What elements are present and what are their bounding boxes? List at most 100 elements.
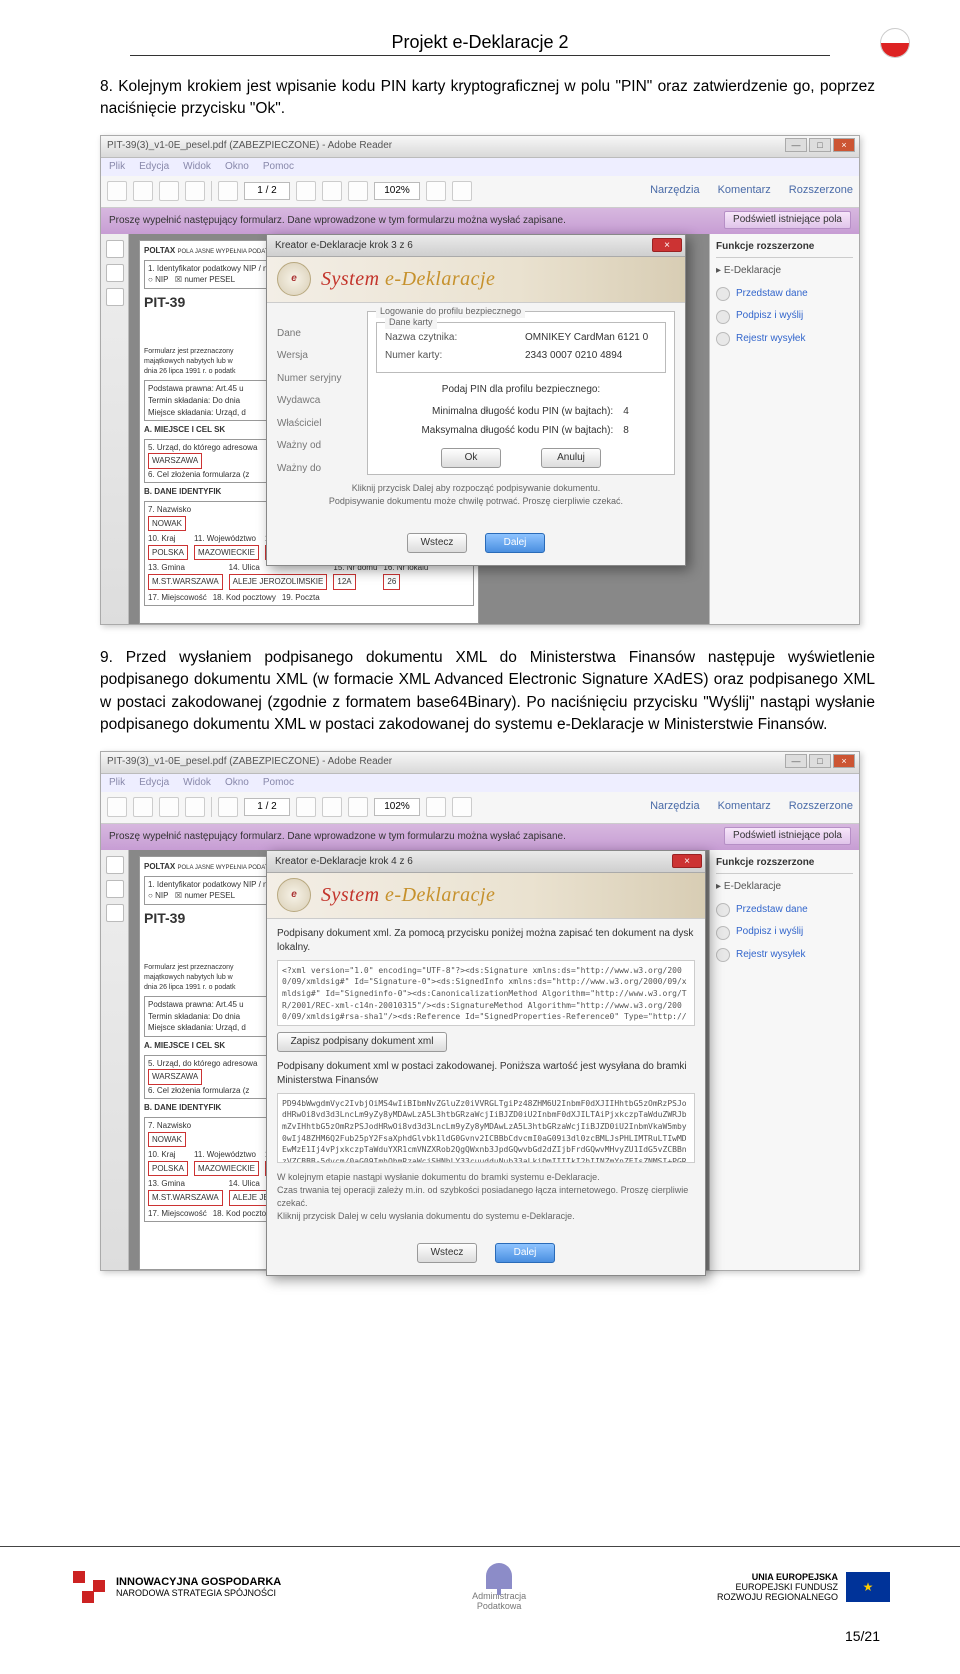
wizard-dialog-step4: Kreator e-Deklaracje krok 4 z 6 × e Syst… xyxy=(266,850,706,1276)
lbl-wlasciciel: Właściciel xyxy=(277,417,357,432)
wizard2-desc2: Podpisany dokument xml w postaci zakodow… xyxy=(277,1060,695,1089)
zoom-in-icon-2[interactable] xyxy=(348,797,368,817)
close-button[interactable]: × xyxy=(833,138,855,152)
reader-sidebar-2 xyxy=(101,850,129,1270)
dalej-button-2[interactable]: Dalej xyxy=(495,1243,555,1263)
mail-icon[interactable] xyxy=(185,181,205,201)
poltax-label: POLTAX xyxy=(144,246,175,255)
link-komentarz[interactable]: Komentarz xyxy=(718,183,771,199)
print-icon[interactable] xyxy=(159,181,179,201)
edeklaracje-logo-icon: e xyxy=(277,262,311,296)
edeklaracje-logo-icon-2: e xyxy=(277,878,311,912)
lbl-wazny-od: Ważny od xyxy=(277,439,357,454)
logo-innowacyjna-gospodarka: INNOWACYJNA GOSPODARKANARODOWA STRATEGIA… xyxy=(70,1568,281,1606)
wizard2-close-button[interactable]: × xyxy=(672,854,702,868)
export-icon-2[interactable] xyxy=(107,797,127,817)
menu-okno[interactable]: Okno xyxy=(225,160,249,174)
window-title-2: PIT-39(3)_v1-0E_pesel.pdf (ZABEZPIECZONE… xyxy=(107,755,392,770)
maximize-button-2[interactable]: □ xyxy=(809,754,831,768)
flag-logo-icon xyxy=(880,28,910,58)
rightpane-item-przedstaw[interactable]: Przedstaw dane xyxy=(716,287,853,302)
zoom-value[interactable]: 102% xyxy=(374,182,420,200)
pin-instruction: Podaj PIN dla profilu bezpiecznego: xyxy=(376,383,666,398)
wizard2-title: Kreator e-Deklaracje krok 4 z 6 xyxy=(275,856,413,867)
reader-titlebar: PIT-39(3)_v1-0E_pesel.pdf (ZABEZPIECZONE… xyxy=(101,136,859,158)
tool2-icon[interactable] xyxy=(452,181,472,201)
highlight-fields-button-2[interactable]: Podświetl istniejące pola xyxy=(724,827,851,845)
page-up-icon[interactable] xyxy=(218,181,238,201)
reader-toolbar: 1 / 2 102% Narzędzia Komentarz Rozszerzo… xyxy=(101,176,859,208)
lbl-wydawca: Wydawca xyxy=(277,394,357,409)
reader-rightpane: Funkcje rozszerzone ▸ E-Deklaracje Przed… xyxy=(709,234,859,624)
page-down-icon-2[interactable] xyxy=(296,797,316,817)
minimize-button[interactable]: — xyxy=(785,138,807,152)
zoom-out-icon-2[interactable] xyxy=(322,797,342,817)
close-button-2[interactable]: × xyxy=(833,754,855,768)
rightpane-item-podpisz[interactable]: Podpisz i wyślij xyxy=(716,309,853,324)
ok-button[interactable]: Ok xyxy=(441,448,501,468)
link-rozszerzone[interactable]: Rozszerzone xyxy=(789,183,853,199)
wizard-titlebar: Kreator e-Deklaracje krok 3 z 6 × xyxy=(267,235,685,257)
reader-device-value: OMNIKEY CardMan 6121 0 xyxy=(525,331,648,346)
wizard-banner: e System e-Deklaracje xyxy=(267,257,685,303)
save-icon[interactable] xyxy=(133,181,153,201)
page-down-icon[interactable] xyxy=(296,181,316,201)
lock-icon[interactable] xyxy=(106,264,124,282)
rightpane-item-rejestr[interactable]: Rejestr wysyłek xyxy=(716,332,853,347)
menu-edycja[interactable]: Edycja xyxy=(139,160,169,174)
purple-infobar-2: Proszę wypełnić następujący formularz. D… xyxy=(101,824,859,850)
export-icon[interactable] xyxy=(107,181,127,201)
signed-xml-textarea[interactable]: <?xml version="1.0" encoding="UTF-8"?><d… xyxy=(277,960,695,1026)
thumbnails-icon[interactable] xyxy=(106,240,124,258)
reader-menubar-2: Plik Edycja Widok Okno Pomoc xyxy=(101,774,859,792)
footer: INNOWACYJNA GOSPODARKANARODOWA STRATEGIA… xyxy=(0,1546,960,1616)
reader-titlebar-2: PIT-39(3)_v1-0E_pesel.pdf (ZABEZPIECZONE… xyxy=(101,752,859,774)
reader-body: POLTAX POLA JASNE WYPEŁNIA PODATNIK, LIT… xyxy=(101,234,859,624)
maximize-button[interactable]: □ xyxy=(809,138,831,152)
wstecz-button-2[interactable]: Wstecz xyxy=(417,1243,477,1263)
menu-pomoc[interactable]: Pomoc xyxy=(263,160,294,174)
minimize-button-2[interactable]: — xyxy=(785,754,807,768)
menu-plik[interactable]: Plik xyxy=(109,160,125,174)
lbl-wersja: Wersja xyxy=(277,349,357,364)
content: 8. Kolejnym krokiem jest wpisanie kodu P… xyxy=(0,56,960,1271)
screenshot-1: PIT-39(3)_v1-0E_pesel.pdf (ZABEZPIECZONE… xyxy=(100,135,860,625)
field-urzad[interactable]: WARSZAWA xyxy=(148,453,202,469)
wstecz-button[interactable]: Wstecz xyxy=(407,533,467,553)
eu-flag-icon: ★ xyxy=(846,1572,890,1602)
save-icon-2[interactable] xyxy=(133,797,153,817)
purple-msg: Proszę wypełnić następujący formularz. D… xyxy=(109,214,566,229)
purple-infobar: Proszę wypełnić następujący formularz. D… xyxy=(101,208,859,234)
mail-icon-2[interactable] xyxy=(185,797,205,817)
print-icon-2[interactable] xyxy=(159,797,179,817)
card-number-value: 2343 0007 0210 4894 xyxy=(525,349,622,364)
tool-icon[interactable] xyxy=(426,181,446,201)
screenshot-2: PIT-39(3)_v1-0E_pesel.pdf (ZABEZPIECZONE… xyxy=(100,751,860,1271)
zoom-in-icon[interactable] xyxy=(348,181,368,201)
page-indicator[interactable]: 1 / 2 xyxy=(244,182,290,200)
anuluj-button[interactable]: Anuluj xyxy=(541,448,601,468)
dalej-button[interactable]: Dalej xyxy=(485,533,545,553)
wizard-close-button[interactable]: × xyxy=(652,238,682,252)
highlight-fields-button[interactable]: Podświetl istniejące pola xyxy=(724,211,851,229)
page-header: Projekt e-Deklaracje 2 xyxy=(0,0,960,56)
pin-max: 8 xyxy=(623,424,629,439)
ig-logo-icon xyxy=(70,1568,108,1606)
menu-widok[interactable]: Widok xyxy=(183,160,211,174)
attachments-icon[interactable] xyxy=(106,288,124,306)
page-up-icon-2[interactable] xyxy=(218,797,238,817)
save-xml-button[interactable]: Zapisz podpisany dokument xml xyxy=(277,1032,447,1052)
encoded-xml-textarea[interactable]: PD94bWwgdmVyc2IvbjOiMS4wIiBIbmNvZGluZz0i… xyxy=(277,1093,695,1163)
logo-administracja-podatkowa: Administracja Podatkowa xyxy=(472,1563,526,1611)
para-step-9: 9. Przed wysłaniem podpisanego dokumentu… xyxy=(100,647,875,737)
list-icon xyxy=(716,332,730,346)
link-narzedzia[interactable]: Narzędzia xyxy=(650,183,700,199)
zoom-out-icon[interactable] xyxy=(322,181,342,201)
dane-karty-groupbox: Dane karty xyxy=(385,316,437,329)
lbl-numer-seryjny: Numer seryjny xyxy=(277,372,357,387)
rightpane-head: Funkcje rozszerzone xyxy=(716,240,853,259)
wizard2-desc1: Podpisany dokument xml. Za pomocą przyci… xyxy=(277,927,695,956)
reader-body-2: POLTAX POLA JASNE WYPEŁNIA PODATNIK, LIT… xyxy=(101,850,859,1270)
logo-unia-europejska: UNIA EUROPEJSKAEUROPEJSKI FUNDUSZ ROZWOJ… xyxy=(717,1572,890,1602)
ap-tree-icon xyxy=(486,1563,512,1589)
